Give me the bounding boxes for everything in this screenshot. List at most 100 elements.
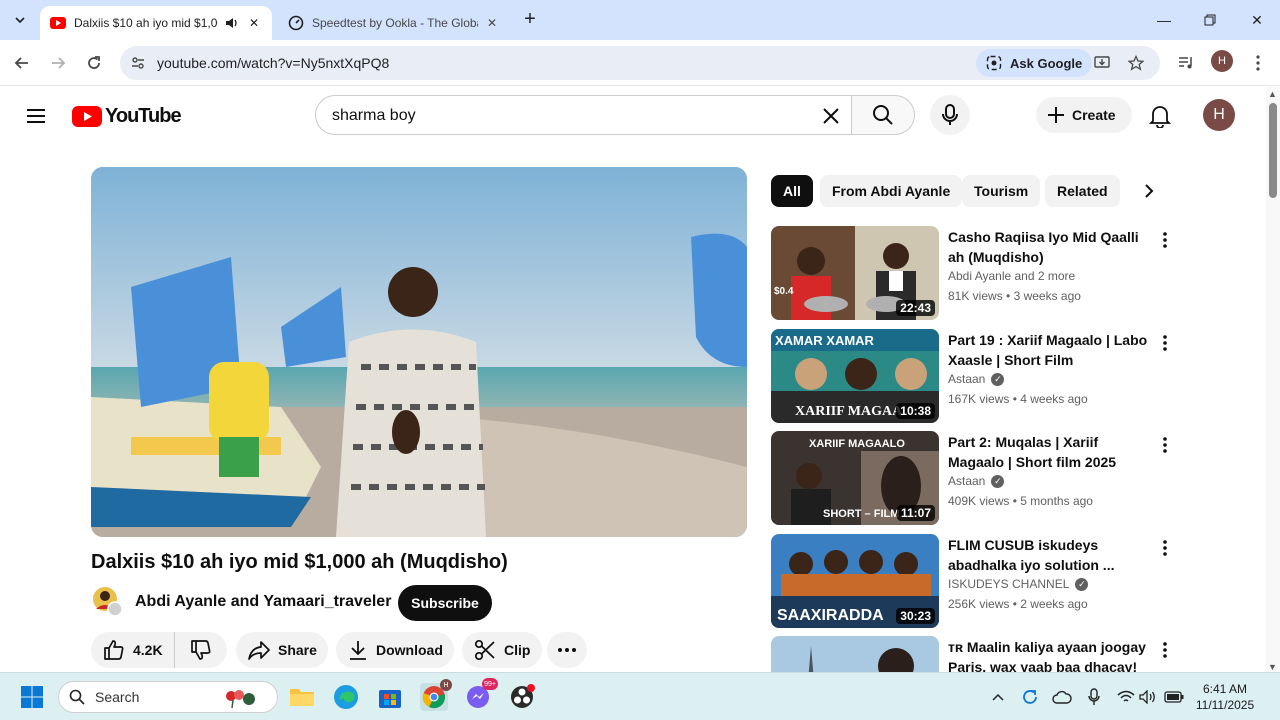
create-button[interactable]: Create <box>1036 97 1132 133</box>
minimize-icon[interactable]: — <box>1141 0 1187 40</box>
more-vertical-icon[interactable] <box>1155 638 1171 662</box>
share-label: Share <box>278 642 317 658</box>
logo-text: YouTube <box>105 105 182 127</box>
video-thumbnail[interactable]: XARIIF MAGAALO SHORT – FILM 11:07 <box>771 431 939 525</box>
close-tab-icon[interactable]: ✕ <box>484 15 500 31</box>
video-title[interactable]: Part 19 : Xariif Magaalo | Labo Xaasle |… <box>948 330 1148 370</box>
video-title[interactable]: FLIM CUSUB iskudeys abadhalka iyo soluti… <box>948 535 1148 575</box>
wifi-icon[interactable] <box>1116 687 1136 707</box>
subscribe-button[interactable]: Subscribe <box>398 585 492 621</box>
channel-avatar[interactable] <box>91 585 123 617</box>
volume-icon[interactable] <box>1138 687 1158 707</box>
clear-search-icon[interactable] <box>817 102 845 130</box>
back-icon[interactable] <box>8 49 36 77</box>
video-title[interactable]: Casho Raqiisa Iyo Mid Qaalli ah (Muqdish… <box>948 227 1148 267</box>
video-player[interactable] <box>91 167 747 537</box>
search-button[interactable] <box>851 95 915 135</box>
video-thumbnail[interactable] <box>771 636 939 672</box>
scroll-down-arrow-icon[interactable]: ▼ <box>1268 662 1277 672</box>
site-info-icon[interactable] <box>128 53 148 73</box>
verified-check-icon: ✓ <box>1075 577 1089 591</box>
search-input[interactable]: sharma boy <box>315 95 852 135</box>
messenger-icon[interactable]: 99+ <box>464 678 498 711</box>
taskbar-search-box[interactable]: Search <box>58 681 278 713</box>
list-item[interactable]: $0.4 22:43 Casho Raqiisa Iyo Mid Qaalli … <box>771 226 1171 322</box>
account-avatar[interactable]: H <box>1203 99 1235 131</box>
close-tab-icon[interactable]: ✕ <box>246 15 262 31</box>
channel-name[interactable]: Astaan ✓ <box>948 372 1005 386</box>
upload-age: 2 weeks ago <box>1020 597 1088 611</box>
close-window-icon[interactable]: ✕ <box>1234 0 1280 40</box>
video-thumbnail[interactable]: XAMAR XAMAR XARIIF MAGAA 10:38 <box>771 329 939 423</box>
address-bar[interactable]: youtube.com/watch?v=Ny5nxtXqPQ8 Ask Goog… <box>120 46 1160 80</box>
new-tab-button[interactable]: + <box>520 9 540 30</box>
channel-name[interactable]: ISKUDEYS CHANNEL ✓ <box>948 577 1089 591</box>
voice-search-button[interactable] <box>930 95 970 135</box>
share-button[interactable]: Share <box>236 632 328 668</box>
reload-icon[interactable] <box>80 49 108 77</box>
chip-all[interactable]: All <box>771 175 813 207</box>
sync-icon[interactable] <box>1020 687 1040 707</box>
chip-from-abdi-ayanle[interactable]: From Abdi Ayanle <box>820 175 963 207</box>
page-scrollbar[interactable]: ▲ ▼ <box>1266 87 1280 672</box>
forward-icon[interactable] <box>44 49 72 77</box>
restore-icon[interactable] <box>1187 0 1233 40</box>
download-button[interactable]: Download <box>336 632 454 668</box>
microsoft-store-icon[interactable] <box>376 683 404 711</box>
media-controls-icon[interactable] <box>1172 49 1200 77</box>
battery-icon[interactable] <box>1164 687 1184 707</box>
hamburger-menu-icon[interactable] <box>24 104 48 128</box>
microphone-tray-icon[interactable] <box>1084 687 1104 707</box>
video-thumbnail[interactable]: $0.4 22:43 <box>771 226 939 320</box>
thumbnail-caption: SAAXIRADDA <box>777 607 884 624</box>
video-title[interactable]: ᴛʀ Maalin kaliya ayaan joogay Paris, wax… <box>948 637 1148 672</box>
channel-name-text: ISKUDEYS CHANNEL <box>948 577 1070 591</box>
channel-name[interactable]: Astaan ✓ <box>948 474 1005 488</box>
browser-profile-avatar[interactable]: H <box>1211 50 1233 72</box>
more-vertical-icon[interactable] <box>1155 433 1175 457</box>
speaker-icon[interactable] <box>224 15 240 31</box>
chip-tourism[interactable]: Tourism <box>962 175 1041 207</box>
video-duration: 30:23 <box>896 608 935 624</box>
bookmark-star-icon[interactable] <box>1126 53 1146 73</box>
video-duration: 11:07 <box>896 505 935 521</box>
url-text: youtube.com/watch?v=Ny5nxtXqPQ8 <box>157 55 390 71</box>
obs-studio-icon[interactable] <box>508 683 536 711</box>
chrome-browser-icon[interactable]: H <box>420 679 452 711</box>
scroll-up-arrow-icon[interactable]: ▲ <box>1268 89 1277 99</box>
scrollbar-thumb[interactable] <box>1269 103 1277 198</box>
show-hidden-icons-chevron-icon[interactable] <box>988 687 1008 707</box>
list-item[interactable]: XARIIF MAGAALO SHORT – FILM 11:07 Part 2:… <box>771 431 1171 527</box>
more-vertical-icon[interactable] <box>1155 536 1175 560</box>
clip-button[interactable]: Clip <box>462 632 542 668</box>
notifications-bell-icon[interactable] <box>1146 102 1174 130</box>
channel-name[interactable]: Abdi Ayanle and 2 more <box>948 269 1075 283</box>
list-item[interactable]: ᴛʀ Maalin kaliya ayaan joogay Paris, wax… <box>771 636 1171 672</box>
system-clock[interactable]: 6:41 AM 11/11/2025 <box>1190 681 1260 713</box>
tab-search-chevron-icon[interactable] <box>8 8 32 32</box>
video-thumbnail[interactable]: SAAXIRADDA 30:23 <box>771 534 939 628</box>
tab-youtube[interactable]: Dalxiis $10 ah iyo mid $1,000 ✕ <box>40 6 272 40</box>
more-vertical-icon[interactable] <box>1155 331 1175 355</box>
tab-speedtest[interactable]: Speedtest by Ookla - The Global ✕ <box>278 6 510 40</box>
chips-next-arrow-icon[interactable] <box>1135 177 1163 205</box>
dislike-button[interactable] <box>175 632 227 668</box>
youtube-logo[interactable]: YouTube <box>72 105 182 128</box>
edge-browser-icon[interactable] <box>332 683 360 711</box>
more-vertical-icon[interactable] <box>1155 228 1175 252</box>
chip-related[interactable]: Related <box>1045 175 1120 207</box>
install-app-icon[interactable] <box>1093 53 1113 73</box>
list-item[interactable]: XAMAR XAMAR XARIIF MAGAA 10:38 Part 19 : … <box>771 329 1171 425</box>
list-item[interactable]: SAAXIRADDA 30:23 FLIM CUSUB iskudeys aba… <box>771 534 1171 630</box>
file-explorer-icon[interactable] <box>288 683 316 711</box>
like-button[interactable]: 4.2K <box>91 632 175 668</box>
browser-menu-icon[interactable] <box>1244 49 1272 77</box>
channel-name-text: Astaan <box>948 372 986 386</box>
ask-google-button[interactable]: Ask Google <box>976 49 1093 77</box>
video-title[interactable]: Part 2: Muqalas | Xariif Magaalo | Short… <box>948 432 1148 472</box>
onedrive-cloud-icon[interactable] <box>1052 687 1072 707</box>
channel-name[interactable]: Abdi Ayanle and Yamaari_traveler <box>135 593 391 611</box>
more-actions-button[interactable] <box>547 632 587 668</box>
verified-check-icon: ✓ <box>991 372 1005 386</box>
windows-start-icon[interactable] <box>20 685 44 709</box>
